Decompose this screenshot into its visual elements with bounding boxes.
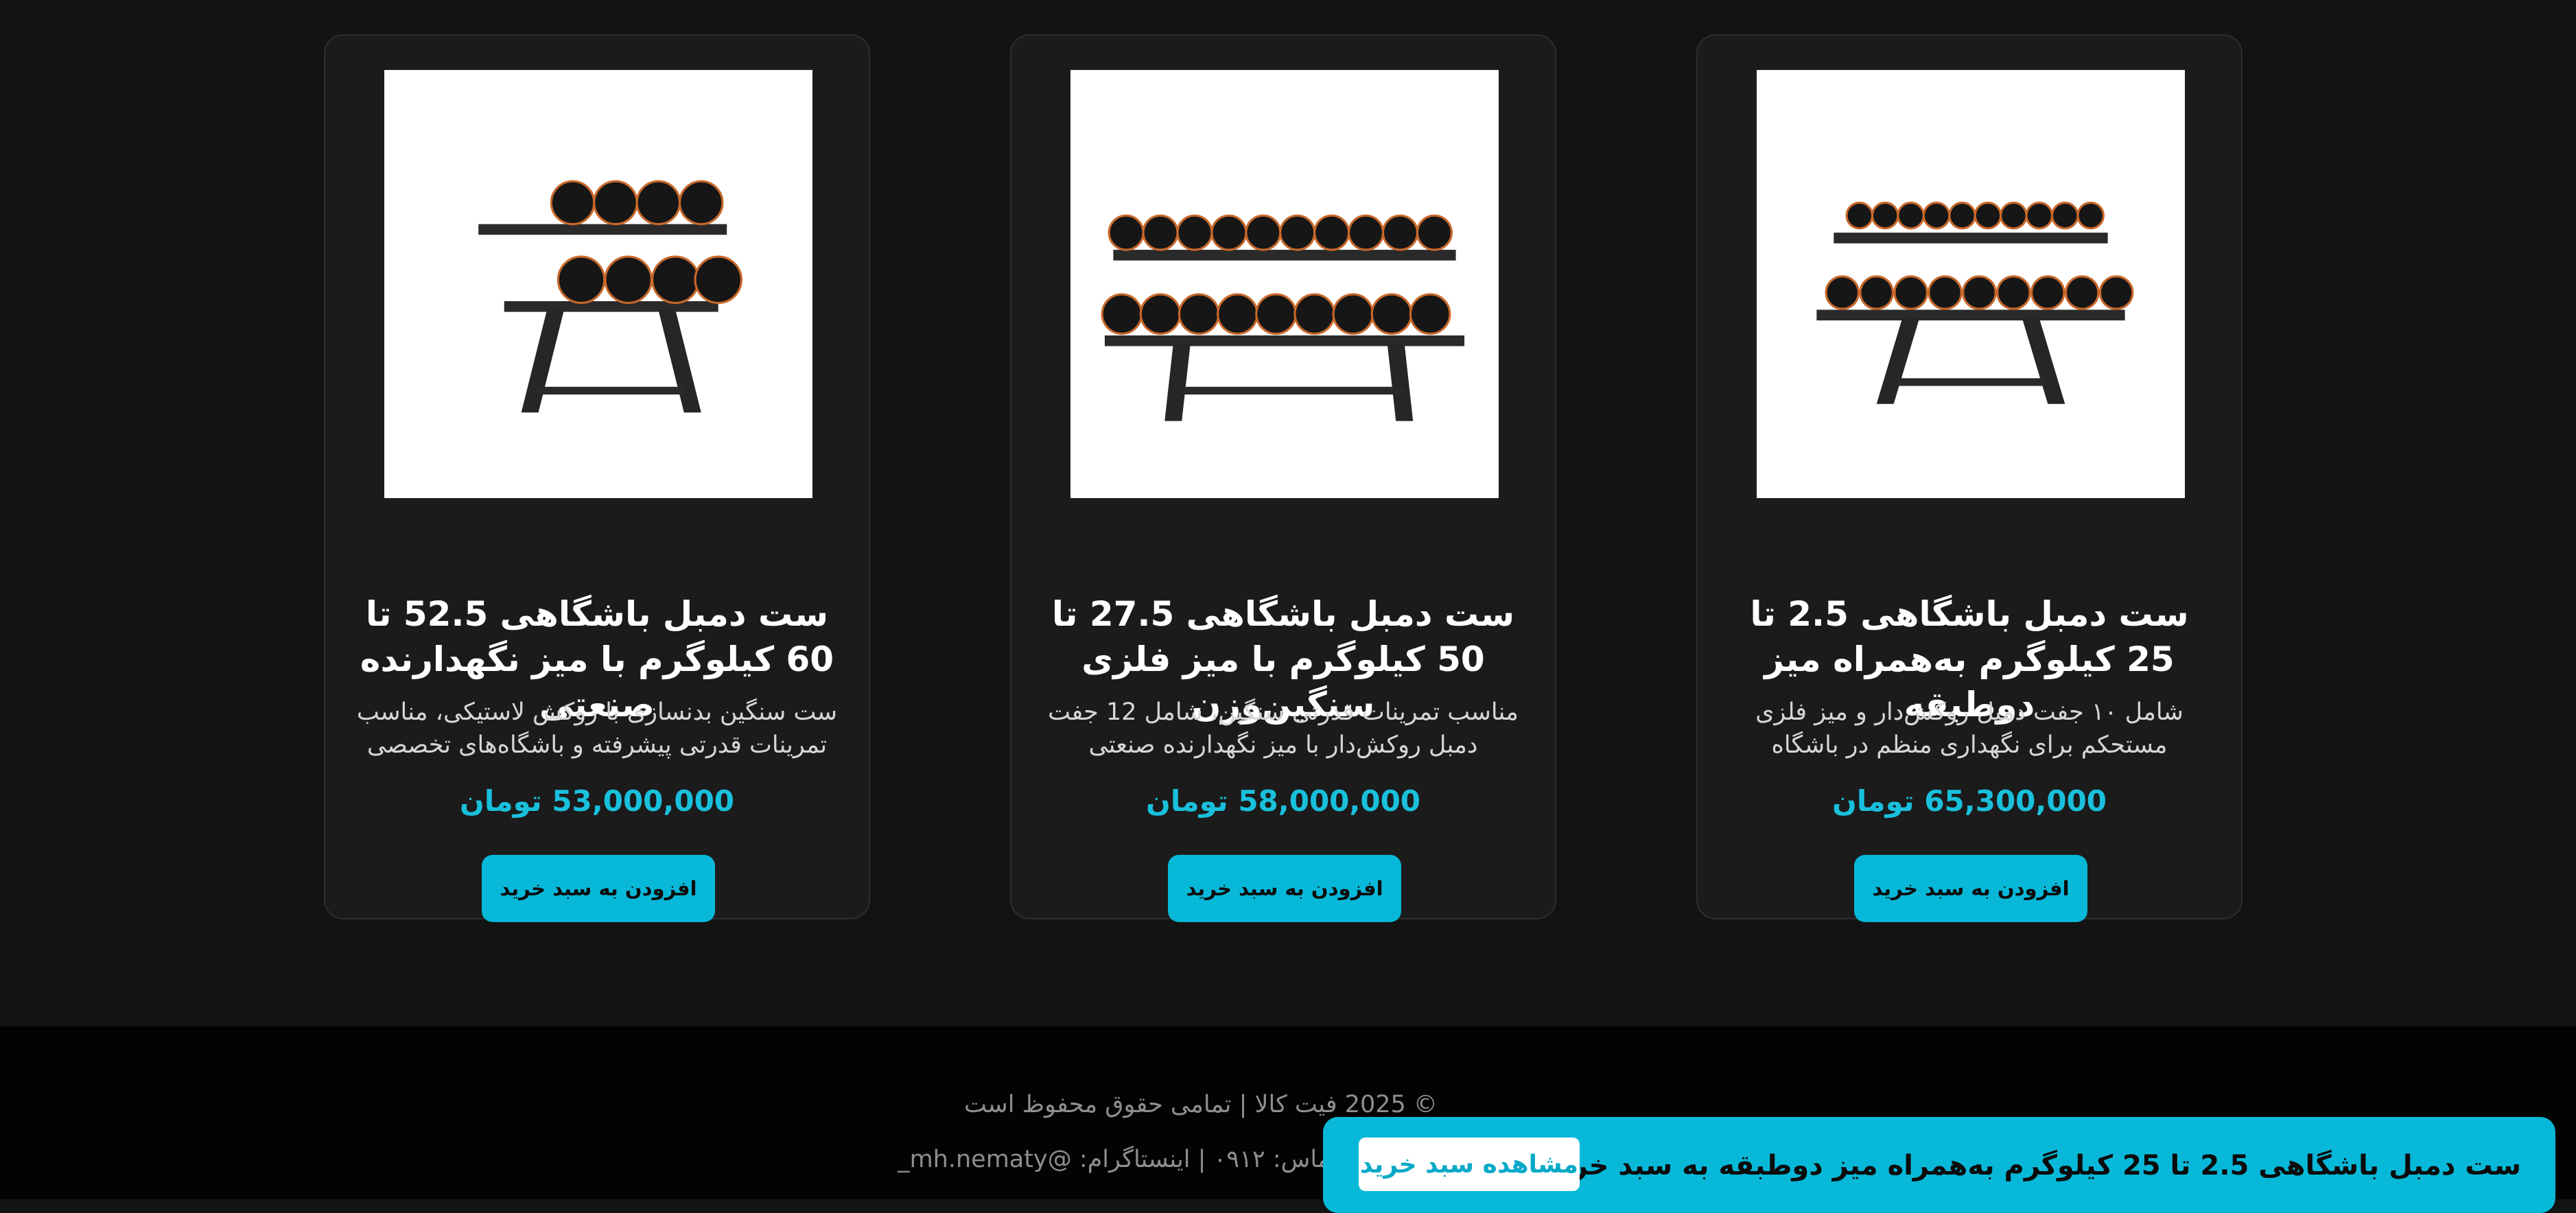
dumbbell-rack-icon: [1757, 70, 2185, 498]
product-description: شامل ۱۰ جفت دمبل روکش‌دار و میز فلزی مست…: [1755, 698, 2183, 759]
dumbbell-rack-icon: [384, 70, 812, 498]
product-image: [1070, 70, 1499, 498]
product-grid: ست دمبل باشگاهی 2.5 تا 25 کیلوگرم به‌همر…: [0, 0, 2576, 1026]
dumbbell-rack-icon: [1070, 70, 1499, 498]
product-card: ست دمبل باشگاهی 2.5 تا 25 کیلوگرم به‌همر…: [1696, 34, 2243, 922]
product-price: 65,300,000 تومان: [1831, 784, 2107, 818]
product-image: [1757, 70, 2185, 498]
product-card: ست دمبل باشگاهی 52.5 تا 60 کیلوگرم با می…: [324, 34, 870, 922]
cart-toast: ست دمبل باشگاهی 2.5 تا 25 کیلوگرم به‌همر…: [1323, 1117, 2555, 1213]
product-description: مناسب تمرینات قدرتی سنگین، شامل 12 جفت د…: [1048, 698, 1519, 759]
product-price: 58,000,000 تومان: [1145, 784, 1421, 818]
add-to-cart-button[interactable]: افزودن به سبد خرید: [482, 855, 715, 922]
add-to-cart-button[interactable]: افزودن به سبد خرید: [1168, 855, 1401, 922]
product-price: 53,000,000 تومان: [459, 784, 735, 818]
social-links[interactable]: تماس: ۰۹۱۲ | اینستاگرام: @mh.nematy_: [885, 1146, 1338, 1173]
product-card: ست دمبل باشگاهی 27.5 تا 50 کیلوگرم با می…: [1010, 34, 1556, 922]
view-cart-button[interactable]: مشاهده سبد خرید: [1359, 1138, 1580, 1191]
product-description: ست سنگین بدنسازی با روکش لاستیکی، مناسب …: [356, 698, 838, 759]
copyright-text: © 2025 فیت کالا | تمامی حقوق محفوظ است: [964, 1091, 1438, 1118]
add-to-cart-button[interactable]: افزودن به سبد خرید: [1854, 855, 2087, 922]
product-image: [384, 70, 812, 498]
